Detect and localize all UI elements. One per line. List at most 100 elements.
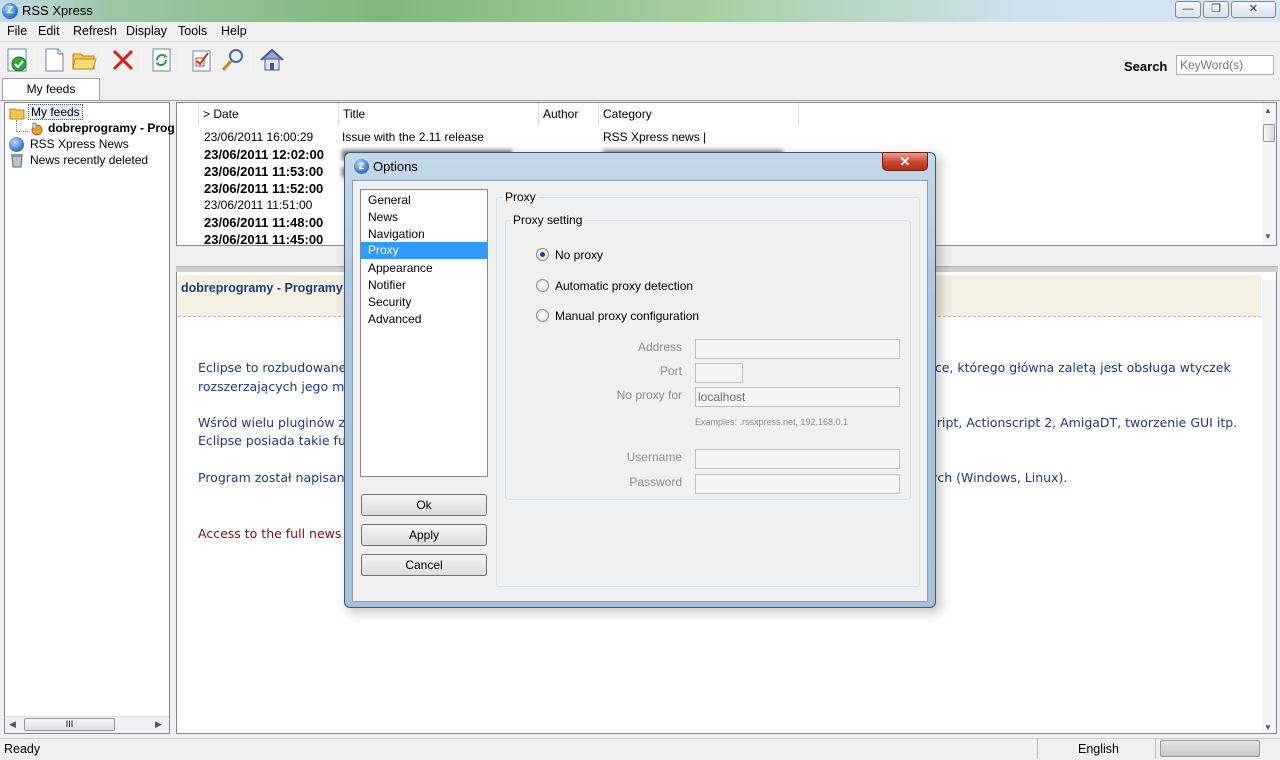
category-news[interactable]: News [361,209,487,226]
scroll-up-arrow-icon[interactable]: ▲ [1264,106,1272,115]
preview-text: Eclipse to rozbudowane ś [198,360,357,375]
delete-icon[interactable] [109,46,137,74]
status-separator [1037,739,1038,759]
port-label: Port [659,364,682,378]
find-icon[interactable] [219,46,247,74]
radio-manual-proxy[interactable] [536,309,549,322]
category-notifier[interactable]: Notifier [361,277,487,294]
feed-tree[interactable] [4,102,170,734]
address-field[interactable] [695,339,900,359]
scroll-down-arrow-icon[interactable]: ▼ [1264,232,1272,241]
radio-automatic-proxy[interactable] [536,279,549,292]
radio-selected-dot [540,252,545,257]
search-label: Search [1124,59,1168,74]
row-date: 23/06/2011 11:52:00 [204,181,324,196]
minimize-button[interactable]: — [1175,1,1201,18]
category-advanced[interactable]: Advanced [361,311,487,328]
category-navigation[interactable]: Navigation [361,226,487,243]
toolbar-separator [102,48,103,72]
column-date[interactable]: > Date [199,103,339,125]
recycle-bin-icon [10,153,24,171]
check-feed-icon[interactable] [4,46,32,74]
cancel-button[interactable]: Cancel [361,554,487,576]
refresh-icon[interactable] [148,46,176,74]
options-icon[interactable] [188,46,216,74]
preview-text: cript, Actionscript 2, AmigaDT, tworzeni… [930,415,1238,430]
row-date: 23/06/2011 11:51:00 [204,198,313,212]
preview-text: ych (Windows, Linux). [930,470,1068,485]
category-appearance[interactable]: Appearance [361,260,487,277]
column-category[interactable]: Category [599,103,799,125]
proxy-setting-label: Proxy setting [511,213,585,227]
category-proxy[interactable]: Proxy [361,242,487,259]
menu-edit[interactable]: Edit [38,24,60,38]
search-input[interactable] [1176,55,1274,75]
new-document-icon[interactable] [40,46,68,74]
preview-title[interactable]: dobreprogramy - Programy - [181,281,350,295]
open-folder-icon[interactable] [70,46,98,74]
scroll-right-arrow-icon[interactable]: ▶ [155,719,162,730]
row-date: 23/06/2011 11:53:00 [204,164,324,179]
radio-manual-proxy-label[interactable]: Manual proxy configuration [555,309,699,323]
apply-button[interactable]: Apply [361,524,487,546]
toolbar-separator [180,48,181,72]
menu-display[interactable]: Display [126,24,167,38]
preview-text: Eclipse posiada takie fun [198,433,354,448]
toolbar-separator [141,48,142,72]
news-row[interactable]: 23/06/2011 16:00:29 Issue with the 2.11 … [177,129,1260,146]
scroll-thumb[interactable]: III [24,718,115,731]
address-label: Address [637,340,682,354]
dialog-title: Options [373,159,418,174]
port-field[interactable] [695,363,743,383]
row-category: RSS Xpress news | [603,130,707,144]
menu-tools[interactable]: Tools [178,24,207,38]
toolbar-separator [250,48,251,72]
tree-item-my-feeds[interactable]: My feeds [28,104,83,120]
category-security[interactable]: Security [361,294,487,311]
preview-vertical-scrollbar[interactable] [1262,280,1276,732]
row-date: 23/06/2011 12:02:00 [204,147,324,162]
column-author[interactable]: Author [539,103,599,125]
tree-item-feed[interactable]: dobreprogramy - Prog [48,121,175,135]
row-date: 23/06/2011 11:45:00 [204,232,324,246]
window-title: RSS Xpress [22,3,93,18]
status-progress-bar [1160,740,1260,757]
tree-item-recently-deleted[interactable]: News recently deleted [30,153,148,167]
preview-text: rce, którego główna zaletą jest obsługa … [930,360,1231,375]
access-full-news-link[interactable]: Access to the full news [198,526,341,541]
status-text: Ready [4,742,41,756]
tab-my-feeds[interactable]: My feeds [2,78,100,100]
menu-refresh[interactable]: Refresh [73,24,117,38]
status-language: English [1078,742,1119,756]
status-separator [1155,739,1156,759]
close-window-button[interactable]: ✕ [1231,1,1276,18]
list-scroll-thumb[interactable] [1263,124,1275,142]
row-date: 23/06/2011 11:48:00 [204,215,324,230]
tree-connector [16,131,28,132]
category-general[interactable]: General [361,192,487,209]
home-icon[interactable] [258,46,286,74]
preview-text: rozszerzających jego moż [198,379,359,394]
row-title: Issue with the 2.11 release [342,130,484,144]
username-field[interactable] [695,449,900,469]
column-spacer [177,103,199,125]
password-field[interactable] [695,474,900,494]
maximize-button[interactable]: ❐ [1203,1,1229,18]
column-title[interactable]: Title [339,103,539,125]
scroll-left-arrow-icon[interactable]: ◀ [9,719,16,730]
dialog-close-button[interactable]: ✕ [882,152,928,171]
title-bar [0,0,1280,22]
radio-automatic-proxy-label[interactable]: Automatic proxy detection [555,279,693,293]
app-logo-icon: Z [354,159,369,174]
row-date: 23/06/2011 16:00:29 [204,130,314,144]
scroll-down-arrow-icon[interactable]: ▼ [1264,723,1272,732]
no-proxy-for-field[interactable]: localhost [695,387,900,407]
radio-no-proxy-label[interactable]: No proxy [555,248,603,262]
folder-icon [9,106,25,123]
menu-file[interactable]: File [7,24,27,38]
ok-button[interactable]: Ok [361,494,487,516]
menu-help[interactable]: Help [221,24,247,38]
examples-hint: Examples: .rssxpress.net, 192.168.0.1 [695,417,849,427]
username-label: Username [626,450,682,464]
tree-item-rss-xpress-news[interactable]: RSS Xpress News [30,137,129,151]
